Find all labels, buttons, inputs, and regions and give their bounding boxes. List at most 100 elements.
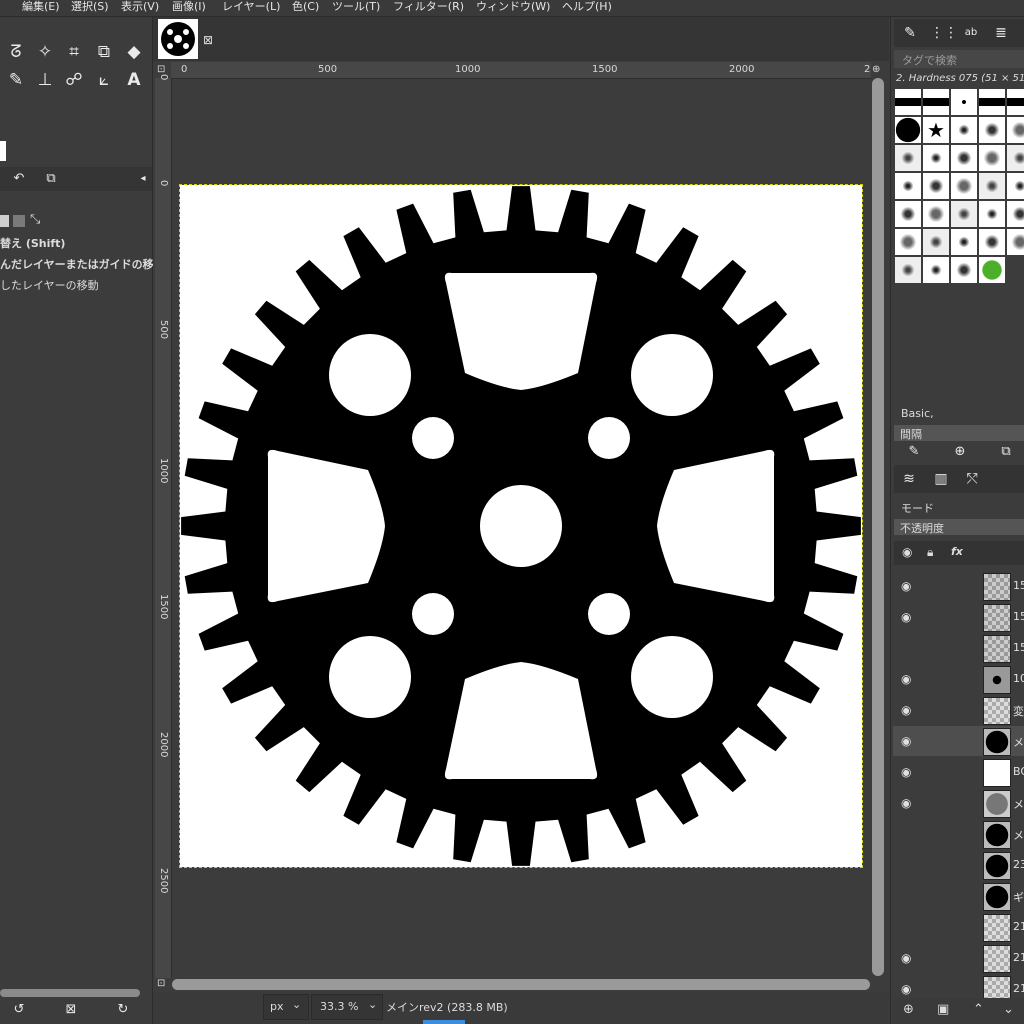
layer-row[interactable]: 15 (893, 633, 1024, 663)
brush-preset[interactable] (923, 257, 949, 283)
brush-preset[interactable] (979, 145, 1005, 171)
brush-preset[interactable] (1007, 117, 1024, 143)
left-scrollbar[interactable] (0, 989, 140, 997)
fuzzy-select-icon[interactable]: ✧ (34, 41, 56, 63)
brush-preset[interactable] (1007, 89, 1024, 115)
layer-row[interactable]: ◉ 21 (893, 943, 1024, 973)
layer-row[interactable]: ギ (893, 881, 1024, 911)
brush-preset[interactable] (1007, 173, 1024, 199)
delete-icon[interactable]: ⊠ (60, 999, 82, 1021)
layer-row[interactable]: ◉ メ (893, 788, 1024, 818)
brush-preset[interactable] (979, 89, 1005, 115)
brushes-tab-icon[interactable]: ✎ (899, 22, 921, 44)
duplicate-brush-icon[interactable]: ⧉ (995, 441, 1017, 463)
eye-icon[interactable]: ◉ (901, 703, 911, 717)
layer-row[interactable]: ◉ 変 (893, 695, 1024, 725)
brush-preset[interactable] (923, 89, 949, 115)
brush-preset[interactable] (923, 229, 949, 255)
brush-preset[interactable] (895, 117, 921, 143)
opacity-slider[interactable]: 不透明度 (894, 519, 1024, 535)
layer-mode-icon[interactable] (0, 215, 9, 227)
brush-preset[interactable] (923, 145, 949, 171)
eye-icon[interactable]: ◉ (901, 579, 911, 593)
menu-image[interactable]: 画像(I) (172, 0, 206, 14)
brush-preset[interactable] (923, 201, 949, 227)
image-canvas[interactable] (179, 184, 863, 868)
layer-row[interactable]: ◉ BO (893, 757, 1024, 787)
eye-icon[interactable]: ◉ (901, 734, 911, 748)
navigate-icon[interactable]: ⊕ (872, 64, 880, 75)
horizontal-scrollbar[interactable] (172, 979, 870, 990)
layer-row[interactable]: 23 (893, 850, 1024, 880)
paths-icon[interactable]: ⟀ (93, 69, 115, 91)
menu-layer[interactable]: レイヤー(L) (222, 0, 280, 14)
eye-icon[interactable]: ◉ (901, 610, 911, 624)
brush-preset[interactable] (923, 173, 949, 199)
layer-row[interactable]: ◉ 10 (893, 664, 1024, 694)
zoom-select[interactable]: 33.3 % ⌄ (311, 994, 383, 1020)
close-tab-icon[interactable]: ⊠ (203, 33, 213, 47)
smudge-icon[interactable]: ☍ (63, 69, 85, 91)
reset-icon[interactable]: ⧉ (40, 168, 62, 190)
transform-icon[interactable]: ⧉ (93, 41, 115, 63)
brush-preset[interactable] (895, 89, 921, 115)
brush-preset[interactable] (951, 173, 977, 199)
brush-preset[interactable] (1007, 145, 1024, 171)
menu-help[interactable]: ヘルプ(H) (562, 0, 612, 14)
panel-menu-icon[interactable]: ◂ (132, 168, 154, 190)
menu-select[interactable]: 選択(S) (71, 0, 109, 14)
layer-row[interactable]: 21 (893, 912, 1024, 942)
layer-row[interactable]: ◉ 15 (893, 571, 1024, 601)
brush-preset[interactable] (1007, 257, 1024, 283)
brush-preset[interactable] (979, 117, 1005, 143)
edit-brush-icon[interactable]: ✎ (903, 441, 925, 463)
menu-tools[interactable]: ツール(T) (332, 0, 380, 14)
new-brush-icon[interactable]: ⊕ (949, 441, 971, 463)
brush-preset[interactable] (1007, 201, 1024, 227)
paths-tab-icon[interactable]: ⤲ (961, 468, 983, 490)
unit-select[interactable]: px ⌄ (263, 994, 309, 1020)
layer-row[interactable]: メ (893, 819, 1024, 849)
eraser-icon[interactable]: ✎ (5, 69, 27, 91)
new-layer-icon[interactable]: ⊕ (903, 1002, 914, 1017)
brush-preset[interactable] (895, 229, 921, 255)
brush-preset[interactable]: ★ (923, 117, 949, 143)
clone-stamp-icon[interactable]: ⊥ (34, 69, 56, 91)
brush-preset[interactable] (895, 201, 921, 227)
menu-color[interactable]: 色(C) (292, 0, 319, 14)
brush-preset[interactable] (895, 145, 921, 171)
brush-preset[interactable] (951, 145, 977, 171)
text-tool-icon[interactable]: A (123, 69, 145, 91)
pick-layer-option[interactable]: んだレイヤーまたはガイドの移動 (0, 256, 165, 272)
bucket-fill-icon[interactable]: ◆ (123, 41, 145, 63)
menu-filters[interactable]: フィルター(R) (393, 0, 464, 14)
brush-preset[interactable] (951, 117, 977, 143)
spacing-slider[interactable]: 間隔 (894, 425, 1024, 441)
brush-preset[interactable] (979, 173, 1005, 199)
brush-preset[interactable] (979, 257, 1005, 283)
brush-preset[interactable] (895, 257, 921, 283)
raise-layer-icon[interactable]: ⌃ (973, 1002, 984, 1017)
brush-preset[interactable] (951, 257, 977, 283)
brush-preset[interactable] (1007, 229, 1024, 255)
move-active-layer-option[interactable]: したレイヤーの移動 (0, 277, 99, 293)
eye-icon[interactable]: ◉ (901, 982, 911, 996)
tag-search-field[interactable]: タグで検索 (894, 50, 1024, 68)
eye-icon[interactable]: ◉ (901, 796, 911, 810)
eye-icon[interactable]: ◉ (901, 951, 911, 965)
crop-icon[interactable]: ⌗ (63, 41, 85, 63)
fonts-tab-icon[interactable]: ab (960, 22, 982, 44)
brush-preset[interactable] (979, 201, 1005, 227)
patterns-tab-icon[interactable]: ⋮⋮ (930, 22, 958, 44)
brush-preset[interactable] (979, 229, 1005, 255)
background-color-swatch[interactable] (0, 141, 6, 161)
new-group-icon[interactable]: ▣ (937, 1002, 949, 1017)
image-tab-thumbnail[interactable] (158, 19, 198, 59)
undo-icon[interactable]: ↶ (8, 168, 30, 190)
brush-preset[interactable] (951, 229, 977, 255)
selection-mode-icon[interactable] (13, 215, 25, 227)
document-history-tab-icon[interactable]: ≣ (990, 22, 1012, 44)
reset-defaults-icon[interactable]: ↻ (112, 999, 134, 1021)
brush-preset[interactable] (951, 89, 977, 115)
menu-edit[interactable]: 編集(E) (22, 0, 60, 14)
